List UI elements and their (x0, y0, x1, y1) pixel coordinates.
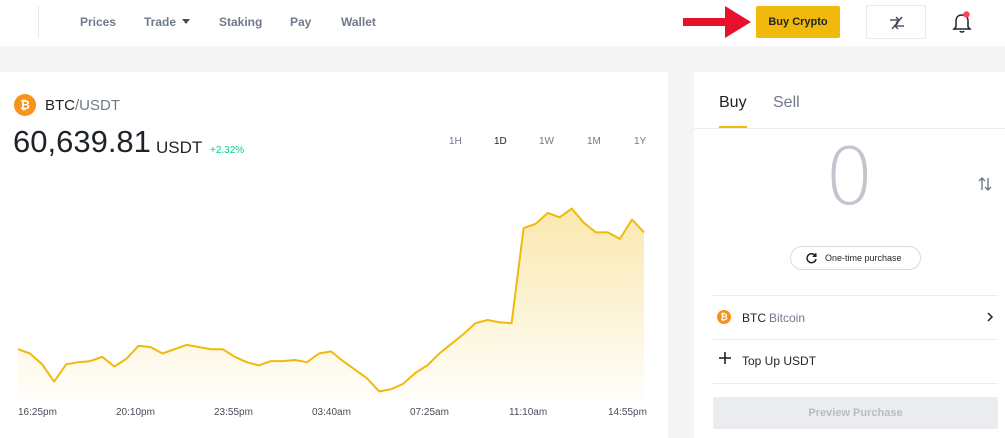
x-tick-label: 07:25am (410, 407, 449, 418)
nav-trade-label: Trade (144, 15, 177, 29)
x-tick-label: 20:10pm (116, 407, 155, 418)
buy-crypto-button[interactable]: Buy Crypto (756, 6, 840, 38)
divider (713, 383, 998, 384)
timeframe-1w[interactable]: 1W (539, 136, 554, 147)
timeframe-1y[interactable]: 1Y (634, 136, 646, 147)
x-tick-label: 03:40am (312, 407, 351, 418)
price-change: +2.32% (210, 145, 245, 156)
swap-button[interactable] (866, 5, 926, 39)
price-unit: USDT (156, 138, 203, 157)
refresh-icon (806, 252, 817, 264)
x-tick-label: 16:25pm (18, 407, 57, 418)
asset-selector[interactable]: ₿ BTC Bitcoin (713, 302, 998, 332)
nav-pay[interactable]: Pay (290, 15, 311, 29)
x-tick-label: 14:55pm (608, 407, 647, 418)
bitcoin-icon: ₿ (717, 310, 731, 324)
swap-icon (890, 16, 904, 30)
x-tick-label: 11:10am (509, 407, 548, 418)
nav-prices[interactable]: Prices (80, 15, 116, 29)
nav-staking[interactable]: Staking (219, 15, 262, 29)
asset-symbol: BTC (742, 311, 766, 325)
red-arrow-icon (683, 6, 751, 38)
top-navigation-bar: Prices Trade Staking Pay Wallet Buy Cryp… (0, 0, 1005, 46)
plus-icon (719, 352, 731, 364)
nav-wallet[interactable]: Wallet (341, 15, 376, 29)
bitcoin-icon: ₿ (14, 94, 36, 116)
asset-name: Bitcoin (769, 311, 806, 325)
purchase-type-selector[interactable]: One-time purchase (790, 246, 921, 270)
divider (713, 295, 998, 296)
notifications-button[interactable] (951, 10, 973, 34)
top-up-usdt-row[interactable]: Top Up USDT (713, 346, 998, 376)
chart-area-fill (18, 208, 644, 400)
x-tick-label: 23:55pm (214, 407, 253, 418)
timeframe-1m[interactable]: 1M (587, 136, 601, 147)
caret-down-icon (182, 19, 191, 24)
divider (713, 339, 998, 340)
pair-base: BTC (45, 97, 75, 114)
pair-label: BTC/USDT (45, 97, 120, 114)
price-chart[interactable] (0, 200, 668, 400)
swap-vertical-icon[interactable] (977, 175, 993, 193)
current-price: 60,639.81 (13, 124, 151, 159)
timeframe-1d[interactable]: 1D (494, 136, 507, 147)
nav-divider (38, 6, 39, 38)
top-up-label: Top Up USDT (742, 354, 817, 368)
tab-sell[interactable]: Sell (773, 94, 800, 112)
bell-icon (952, 11, 972, 33)
tab-buy[interactable]: Buy (719, 94, 747, 112)
amount-input[interactable]: 0 (694, 134, 1005, 222)
chevron-right-icon (987, 312, 994, 322)
preview-purchase-button[interactable]: Preview Purchase (713, 397, 998, 429)
nav-trade[interactable]: Trade (144, 15, 191, 29)
purchase-type-label: One-time purchase (825, 253, 902, 263)
tab-divider (694, 128, 1005, 129)
timeframe-1h[interactable]: 1H (449, 136, 462, 147)
pair-quote: /USDT (75, 97, 120, 114)
